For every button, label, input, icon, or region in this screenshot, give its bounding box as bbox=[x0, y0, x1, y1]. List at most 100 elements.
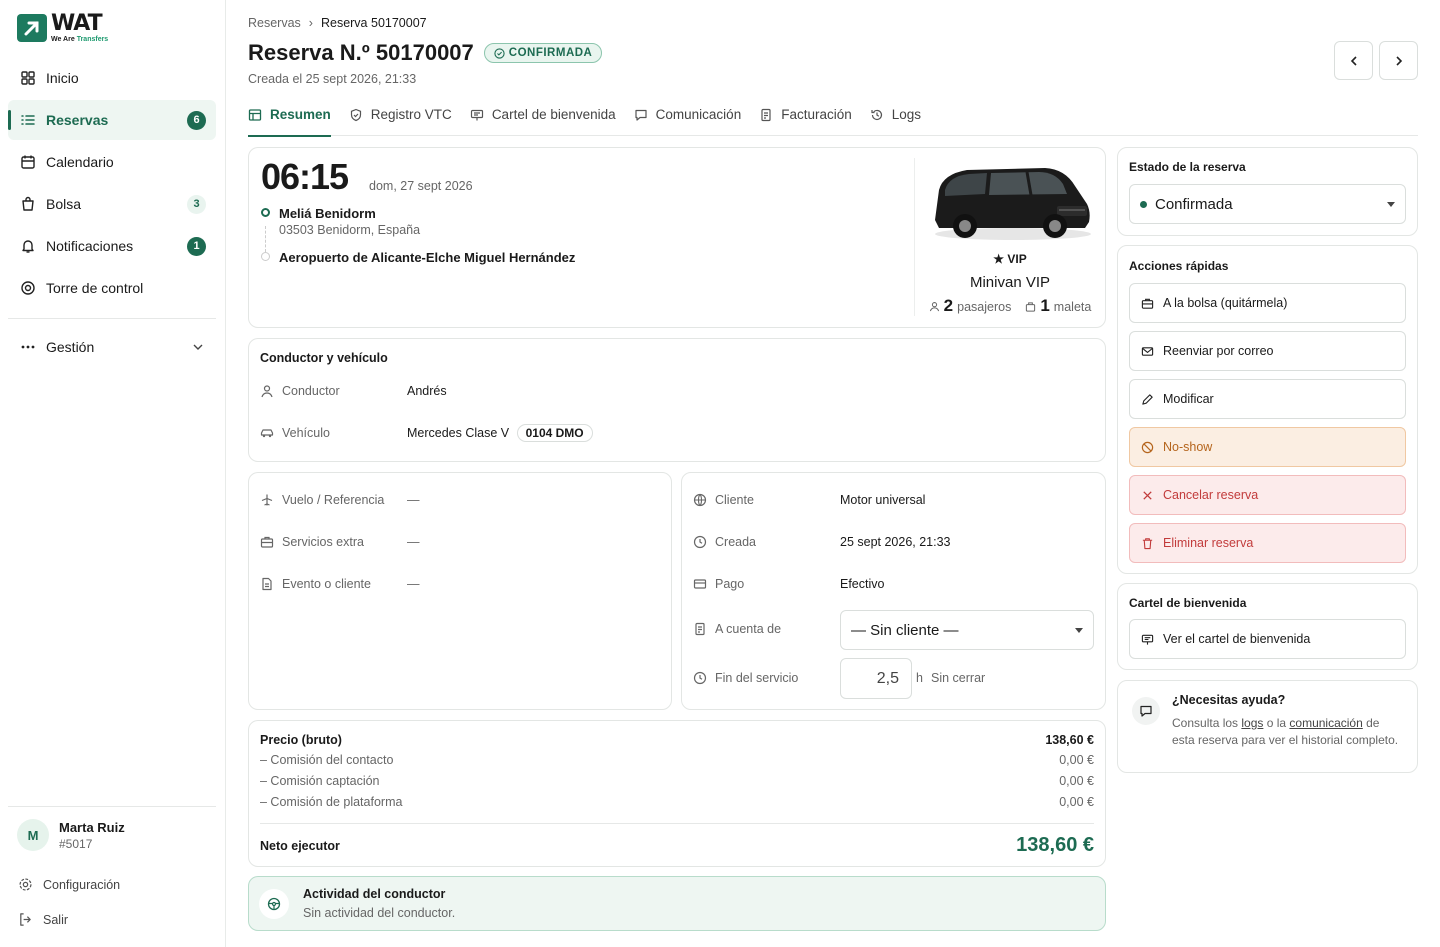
chevron-left-icon bbox=[1350, 55, 1357, 66]
button-label: Eliminar reserva bbox=[1163, 536, 1254, 550]
sidebar-item-torre-de-control[interactable]: Torre de control bbox=[8, 268, 216, 308]
tab-bar: Resumen Registro VTC Cartel de bienvenid… bbox=[248, 100, 1418, 137]
capacity-info: 2 pasajeros 1 maleta bbox=[915, 296, 1105, 316]
payment-label-text: Pago bbox=[715, 577, 745, 591]
bag-icon bbox=[22, 196, 34, 211]
sidebar-item-bolsa[interactable]: Bolsa 3 bbox=[8, 184, 216, 224]
tab-comunicacion[interactable]: Comunicación bbox=[634, 100, 742, 136]
button-label: No-show bbox=[1163, 440, 1213, 454]
driver-activity-card: Actividad del conductor Sin actividad de… bbox=[248, 876, 1106, 931]
origin-address: 03503 Benidorm, España bbox=[279, 223, 421, 237]
previous-button[interactable] bbox=[1334, 41, 1373, 80]
created-label: Creada bbox=[693, 535, 756, 549]
view-welcome-sign-button[interactable]: Ver el cartel de bienvenida bbox=[1129, 619, 1406, 659]
tab-label: Logs bbox=[891, 107, 922, 122]
account-label: A cuenta de bbox=[693, 622, 781, 636]
payment-label: Pago bbox=[693, 577, 744, 591]
destination-name: Aeropuerto de Alicante-Elche Miguel Hern… bbox=[279, 250, 576, 265]
button-label: Ver el cartel de bienvenida bbox=[1163, 632, 1311, 646]
sidebar-item-reservas[interactable]: Reservas 6 bbox=[8, 100, 216, 140]
price-row-label: – Comisión captación bbox=[260, 774, 380, 788]
layout-icon bbox=[248, 109, 262, 121]
tab-registro-vtc[interactable]: Registro VTC bbox=[349, 100, 452, 136]
more-dots-icon bbox=[21, 345, 35, 349]
vehicle-model: Mercedes Clase V bbox=[407, 426, 510, 440]
driver-vehicle-card: Conductor y vehículo Conductor Andrés Ve… bbox=[248, 338, 1106, 462]
sign-icon bbox=[1141, 634, 1154, 645]
car-icon bbox=[260, 429, 274, 438]
price-card: Precio (bruto) 138,60 € – Comisión del c… bbox=[248, 720, 1106, 867]
settings-label: Configuración bbox=[43, 877, 121, 892]
gross-price-row: Precio (bruto) 138,60 € bbox=[260, 733, 1094, 747]
next-button[interactable] bbox=[1379, 41, 1418, 80]
button-label: Modificar bbox=[1163, 392, 1214, 406]
net-price-label: Neto ejecutor bbox=[260, 838, 340, 853]
service-hours-input[interactable]: 2,5 bbox=[840, 658, 912, 699]
brand-logo[interactable]: WAT We Are Transfers bbox=[17, 13, 108, 43]
tab-label: Comunicación bbox=[655, 107, 742, 122]
modify-button[interactable]: Modificar bbox=[1129, 379, 1406, 419]
sidebar-item-notificaciones[interactable]: Notificaciones 1 bbox=[8, 226, 216, 266]
welcome-sign-card: Cartel de bienvenida Ver el cartel de bi… bbox=[1117, 583, 1418, 670]
tab-label: Facturación bbox=[781, 107, 852, 122]
tab-cartel-de-bienvenida[interactable]: Cartel de bienvenida bbox=[470, 100, 616, 136]
price-row-value: 0,00 € bbox=[1059, 753, 1094, 767]
bell-icon bbox=[22, 240, 34, 253]
bolsa-count-badge: 3 bbox=[187, 194, 206, 214]
invoice-icon bbox=[761, 108, 771, 122]
sidebar-item-calendario[interactable]: Calendario bbox=[8, 142, 216, 182]
logout-link[interactable]: Salir bbox=[18, 912, 68, 927]
avatar: M bbox=[17, 819, 49, 851]
plane-icon bbox=[261, 494, 273, 506]
account-select[interactable]: — Sin cliente — bbox=[840, 610, 1094, 650]
logs-link[interactable]: logs bbox=[1241, 716, 1263, 730]
status-dot-icon bbox=[1140, 200, 1147, 208]
tab-resumen[interactable]: Resumen bbox=[248, 100, 331, 137]
sidebar-item-inicio[interactable]: Inicio bbox=[8, 58, 216, 98]
trash-icon bbox=[1142, 537, 1153, 549]
brand-tagline: We Are Transfers bbox=[51, 36, 109, 43]
communication-link[interactable]: comunicación bbox=[1289, 716, 1362, 730]
section-title: Cartel de bienvenida bbox=[1129, 596, 1247, 610]
resend-email-button[interactable]: Reenviar por correo bbox=[1129, 331, 1406, 371]
move-to-pool-button[interactable]: A la bolsa (quitármela) bbox=[1129, 283, 1406, 323]
button-label: Reenviar por correo bbox=[1163, 344, 1274, 358]
sidebar-item-label: Notificaciones bbox=[46, 238, 134, 254]
event-label: Evento o cliente bbox=[260, 577, 371, 591]
service-hours-unit: h bbox=[916, 671, 923, 685]
tab-facturacion[interactable]: Facturación bbox=[759, 100, 852, 136]
close-icon bbox=[1143, 490, 1152, 500]
net-price-row: Neto ejecutor 138,60 € bbox=[260, 834, 1094, 857]
flight-value: — bbox=[407, 493, 420, 507]
event-value: — bbox=[407, 577, 420, 591]
chevron-down-icon bbox=[1075, 628, 1083, 633]
gross-price-label: Precio (bruto) bbox=[260, 733, 342, 747]
breadcrumb-root[interactable]: Reservas bbox=[248, 16, 301, 30]
gross-price-value: 138,60 € bbox=[1045, 733, 1094, 747]
help-text-part: o la bbox=[1263, 716, 1290, 730]
sidebar-item-label: Inicio bbox=[46, 70, 79, 86]
user-id: #5017 bbox=[59, 836, 93, 851]
globe-icon bbox=[693, 493, 707, 507]
help-title: ¿Necesitas ayuda? bbox=[1172, 693, 1286, 707]
tab-logs[interactable]: Logs bbox=[870, 100, 921, 136]
sidebar-item-gestion[interactable]: Gestión bbox=[8, 327, 216, 367]
check-circle-icon bbox=[494, 47, 505, 59]
delete-booking-button[interactable]: Eliminar reserva bbox=[1129, 523, 1406, 563]
booking-state-select[interactable]: Confirmada bbox=[1129, 184, 1406, 224]
luggage-label: maleta bbox=[1053, 300, 1092, 314]
destination-marker-icon bbox=[261, 252, 270, 261]
activity-title: Actividad del conductor bbox=[303, 887, 446, 901]
price-row-value: 0,00 € bbox=[1059, 795, 1094, 809]
cancel-booking-button[interactable]: Cancelar reserva bbox=[1129, 475, 1406, 515]
settings-link[interactable]: Configuración bbox=[18, 877, 120, 892]
section-title: Acciones rápidas bbox=[1129, 259, 1229, 273]
driver-value: Andrés bbox=[407, 384, 447, 398]
no-show-button[interactable]: No-show bbox=[1129, 427, 1406, 467]
section-title: Estado de la reserva bbox=[1129, 160, 1246, 174]
extras-label-text: Servicios extra bbox=[282, 535, 364, 549]
receipt-icon bbox=[695, 622, 705, 636]
luggage-count: 1 bbox=[1040, 296, 1050, 315]
pickup-time: 06:15 bbox=[261, 156, 349, 197]
user-profile[interactable]: M Marta Ruiz #5017 bbox=[17, 819, 125, 851]
